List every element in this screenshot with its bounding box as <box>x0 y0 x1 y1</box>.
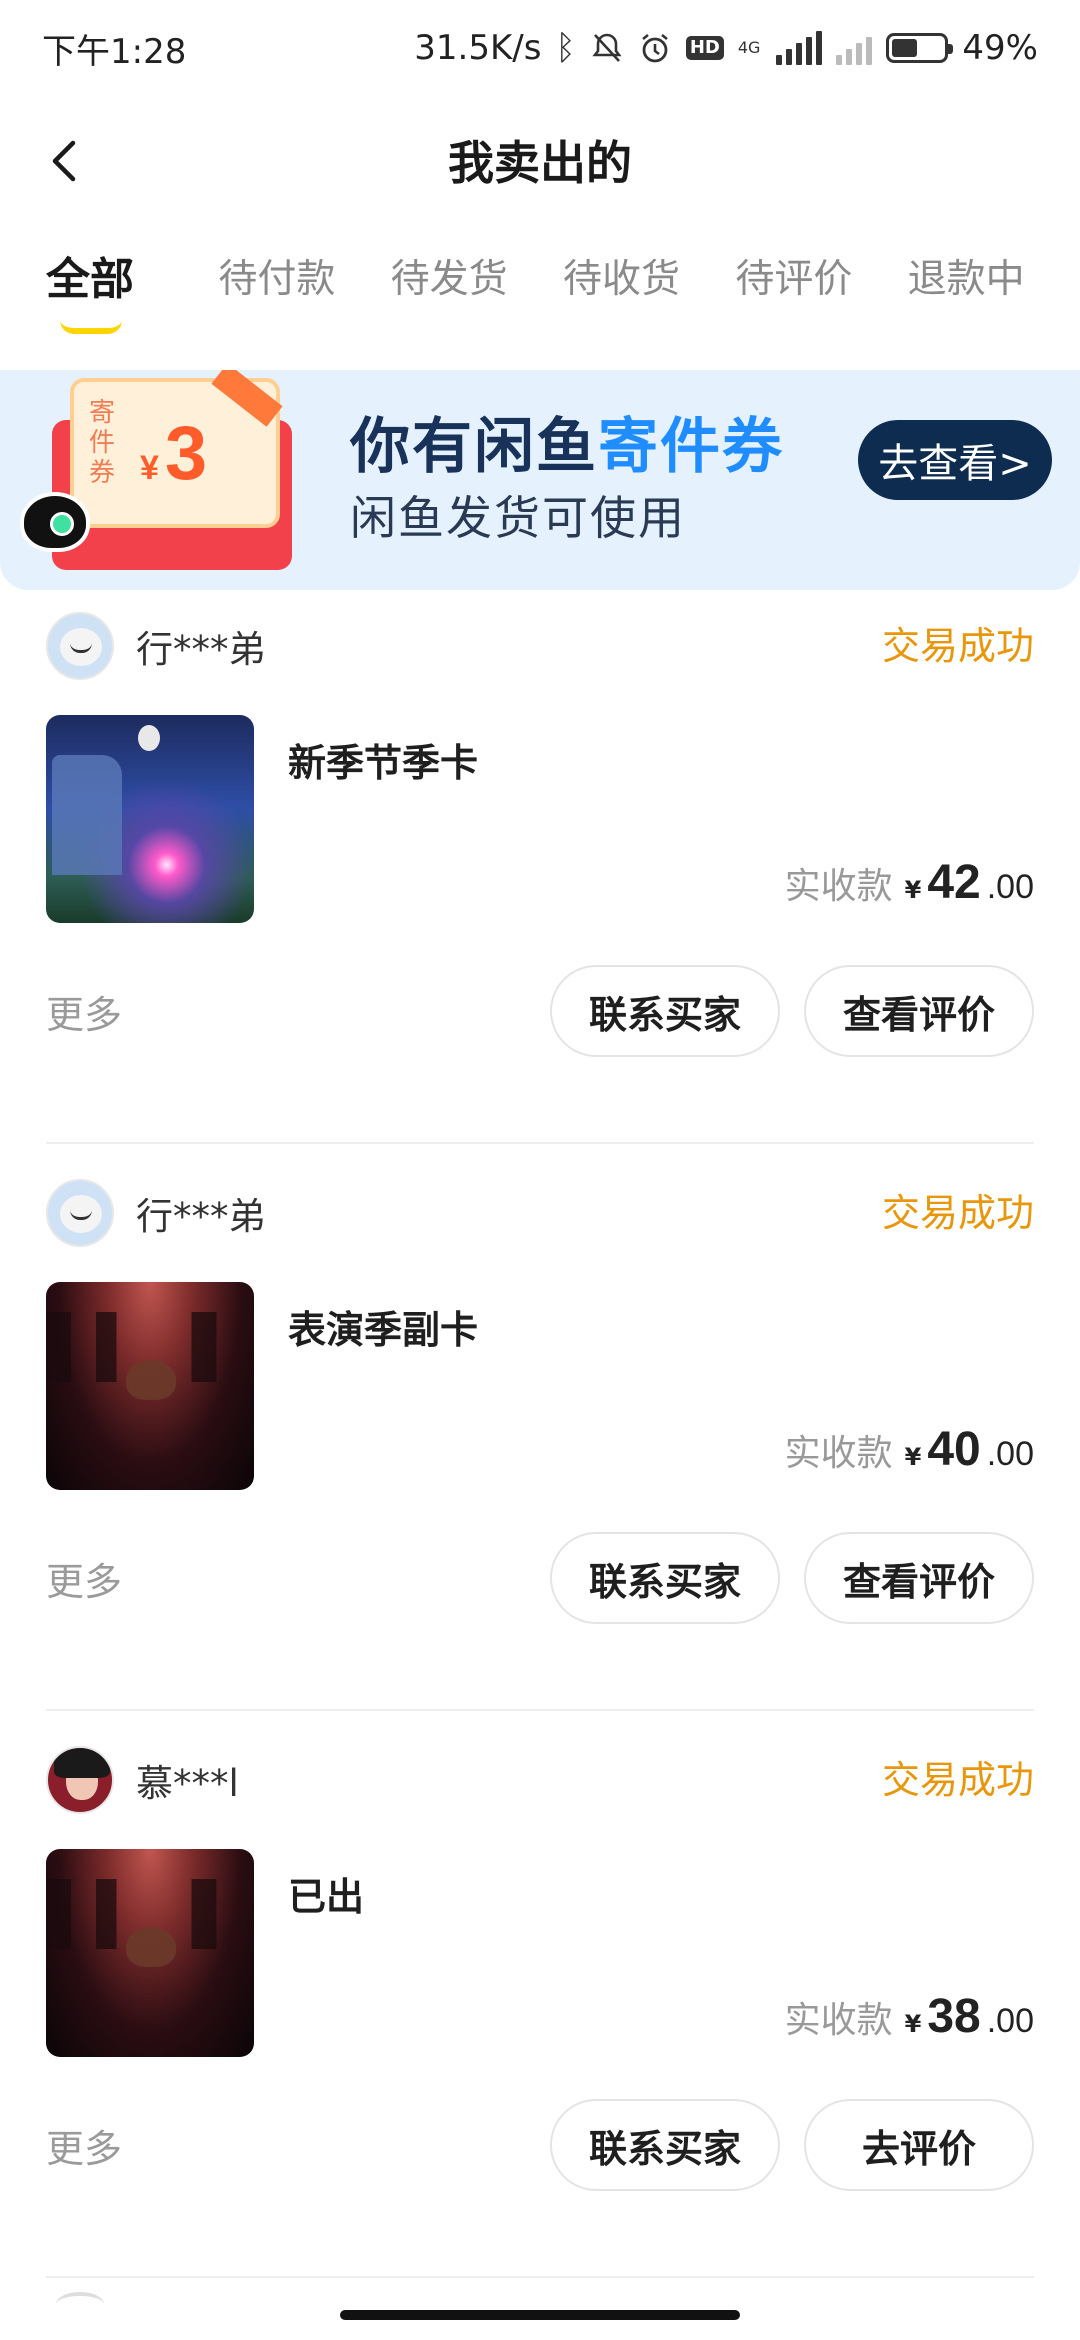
battery-level <box>892 39 918 57</box>
signal-secondary-icon <box>836 31 873 65</box>
coupon-label: 寄件券 <box>88 398 115 488</box>
app-header: 我卖出的 <box>0 96 1080 224</box>
price-currency: ¥ <box>904 876 922 904</box>
signal-strength-icon <box>776 31 823 65</box>
banner-headline-accent: 寄件券 <box>598 412 784 482</box>
view-review-button[interactable]: 查看评价 <box>804 965 1034 1057</box>
shipping-coupon-banner[interactable]: 寄件券 ¥3 你有闲鱼寄件券 闲鱼发货可使用 去查看> <box>0 370 1080 590</box>
item-thumbnail[interactable] <box>46 1849 254 2057</box>
coupon-yen: ¥ <box>140 449 159 487</box>
buyer-row: 行***弟 交易成功 <box>46 610 1034 682</box>
price-row: 实收款 ¥ 42 .00 <box>785 855 1034 910</box>
buyer-row: 行***弟 交易成功 <box>46 1177 1034 1249</box>
bell-muted-icon <box>592 33 622 62</box>
banner-subline: 闲鱼发货可使用 <box>350 491 686 545</box>
order-status: 交易成功 <box>881 624 1034 668</box>
tab-all[interactable]: 全部 <box>46 250 218 350</box>
price-integer: 42 <box>927 856 981 909</box>
next-order-peek <box>56 2292 104 2316</box>
view-review-button[interactable]: 查看评价 <box>804 1532 1034 1624</box>
item-thumbnail[interactable] <box>46 715 254 923</box>
battery-text: 49% <box>962 28 1038 68</box>
price-integer: 40 <box>927 1423 981 1476</box>
buyer-name: 行***弟 <box>136 628 266 671</box>
bluetooth-icon: ᛒ <box>555 28 576 68</box>
price-label: 实收款 <box>784 2000 893 2041</box>
price-label: 实收款 <box>784 1433 893 1474</box>
hd-badge: HD <box>685 36 724 60</box>
more-button[interactable]: 更多 <box>46 1552 122 1612</box>
price-row: 实收款 ¥ 40 .00 <box>785 1422 1034 1477</box>
alarm-icon <box>642 33 668 63</box>
tab-pending-review[interactable]: 待评价 <box>735 250 907 350</box>
contact-buyer-button[interactable]: 联系买家 <box>550 965 780 1057</box>
banner-headline-prefix: 你有闲鱼 <box>350 412 598 482</box>
banner-headline: 你有闲鱼寄件券 <box>350 398 784 485</box>
divider <box>46 1142 1034 1144</box>
view-coupon-button[interactable]: 去查看> <box>858 420 1052 500</box>
divider <box>46 2276 1034 2278</box>
avatar[interactable] <box>46 1179 114 1247</box>
price-label: 实收款 <box>784 866 893 907</box>
network-type: 4G <box>737 38 761 57</box>
order-status: 交易成功 <box>881 1758 1034 1802</box>
chevron-left-icon <box>52 140 76 182</box>
price-decimal: .00 <box>986 1435 1034 1473</box>
home-indicator[interactable] <box>340 2310 740 2320</box>
more-button[interactable]: 更多 <box>46 2119 122 2179</box>
sold-orders-page: 下午1:28 31.5K/s ᛒ HD 4G 49% 我卖出的 全部 待付款 待… <box>0 0 1080 2340</box>
item-title[interactable]: 已出 <box>288 1866 364 1921</box>
order-card[interactable]: 慕***l 交易成功 已出 实收款 ¥ 38 .00 更多 联系买家 去评价 <box>0 1734 1080 2300</box>
avatar[interactable] <box>46 1746 114 1814</box>
contact-buyer-button[interactable]: 联系买家 <box>550 2099 780 2191</box>
price-integer: 38 <box>927 1990 981 2043</box>
tab-label: 全部 <box>46 254 134 305</box>
item-thumbnail[interactable] <box>46 1282 254 1490</box>
price-decimal: .00 <box>986 2002 1034 2040</box>
price-row: 实收款 ¥ 38 .00 <box>785 1989 1034 2044</box>
write-review-button[interactable]: 去评价 <box>804 2099 1034 2191</box>
tab-pending-payment[interactable]: 待付款 <box>218 250 390 350</box>
tab-pending-receipt[interactable]: 待收货 <box>563 250 735 350</box>
tab-refunding[interactable]: 退款中 <box>908 250 1080 350</box>
tab-label: 待收货 <box>562 257 680 302</box>
status-bar: 下午1:28 31.5K/s ᛒ HD 4G 49% <box>0 0 1080 96</box>
tab-label: 待付款 <box>218 257 336 302</box>
tab-label: 待发货 <box>390 257 508 302</box>
price-currency: ¥ <box>904 2010 922 2038</box>
item-title[interactable]: 表演季副卡 <box>288 1299 478 1354</box>
buyer-row: 慕***l 交易成功 <box>46 1744 1034 1816</box>
order-card[interactable]: 行***弟 交易成功 新季节季卡 实收款 ¥ 42 .00 更多 联系买家 查看… <box>0 600 1080 1166</box>
divider <box>46 1709 1034 1711</box>
buyer-name: 慕***l <box>136 1762 239 1805</box>
tab-pending-shipment[interactable]: 待发货 <box>391 250 563 350</box>
tab-label: 待评价 <box>735 257 853 302</box>
mascot-icon <box>20 492 90 552</box>
coupon-value: 3 <box>164 411 208 496</box>
contact-buyer-button[interactable]: 联系买家 <box>550 1532 780 1624</box>
order-card[interactable]: 行***弟 交易成功 表演季副卡 实收款 ¥ 40 .00 更多 联系买家 查看… <box>0 1167 1080 1733</box>
tab-active-indicator <box>60 320 122 334</box>
item-title[interactable]: 新季节季卡 <box>288 732 478 787</box>
net-speed: 31.5K/s <box>414 28 542 68</box>
more-button[interactable]: 更多 <box>46 985 122 1045</box>
status-time: 下午1:28 <box>42 31 187 72</box>
status-icons: 31.5K/s ᛒ HD 4G 49% <box>414 28 1038 68</box>
avatar[interactable] <box>46 612 114 680</box>
page-title: 我卖出的 <box>448 136 632 190</box>
battery-icon <box>886 33 954 63</box>
buyer-name: 行***弟 <box>136 1195 266 1238</box>
order-status: 交易成功 <box>881 1191 1034 1235</box>
order-tabs: 全部 待付款 待发货 待收货 待评价 退款中 <box>0 250 1080 350</box>
price-currency: ¥ <box>904 1443 922 1471</box>
coupon-amount: ¥3 <box>140 410 207 497</box>
back-button[interactable] <box>30 126 100 196</box>
price-decimal: .00 <box>986 868 1034 906</box>
tab-label: 退款中 <box>907 257 1025 302</box>
